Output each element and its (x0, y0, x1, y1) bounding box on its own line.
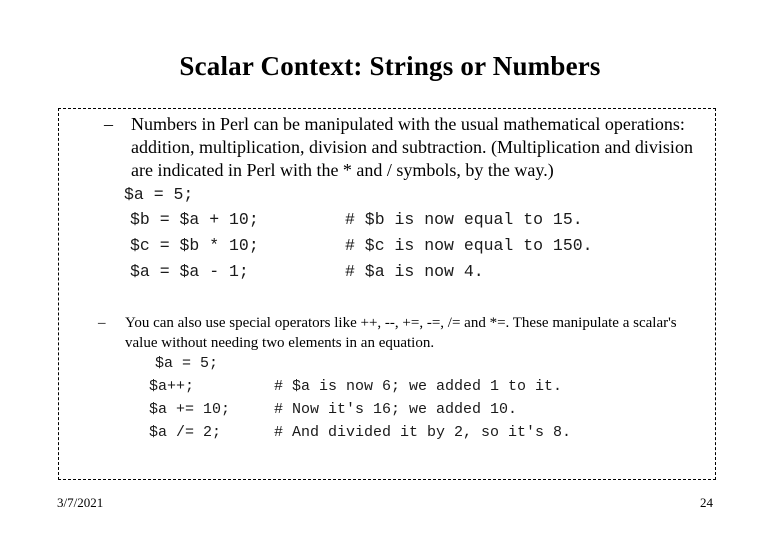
code-statement: $a++; (149, 378, 195, 395)
bullet-text: Numbers in Perl can be manipulated with … (131, 114, 693, 180)
bullet-dash: – (104, 114, 113, 134)
code-comment: # Now it's 16; we added 10. (274, 401, 518, 418)
slide-title: Scalar Context: Strings or Numbers (179, 51, 601, 81)
code-statement: $b = $a + 10; (130, 210, 259, 229)
code-comment: # And divided it by 2, so it's 8. (274, 424, 572, 441)
code-comment: # $a is now 4. (345, 262, 484, 281)
code-statement: $a += 10; (149, 401, 231, 418)
code-statement: $c = $b * 10; (130, 236, 259, 255)
footer-page-number: 24 (700, 495, 713, 510)
code-statement: $a /= 2; (149, 424, 222, 441)
bullet-text: You can also use special operators like … (125, 315, 677, 351)
code-comment: # $b is now equal to 15. (345, 210, 583, 229)
code-comment: # $c is now equal to 150. (345, 236, 593, 255)
code-statement: $a = 5; (124, 185, 194, 204)
code-comment: # $a is now 6; we added 1 to it. (274, 378, 563, 395)
footer-date: 3/7/2021 (57, 495, 104, 510)
bullet-dash: – (98, 315, 106, 331)
code-statement: $a = 5; (155, 355, 219, 372)
code-statement: $a = $a - 1; (130, 262, 249, 281)
